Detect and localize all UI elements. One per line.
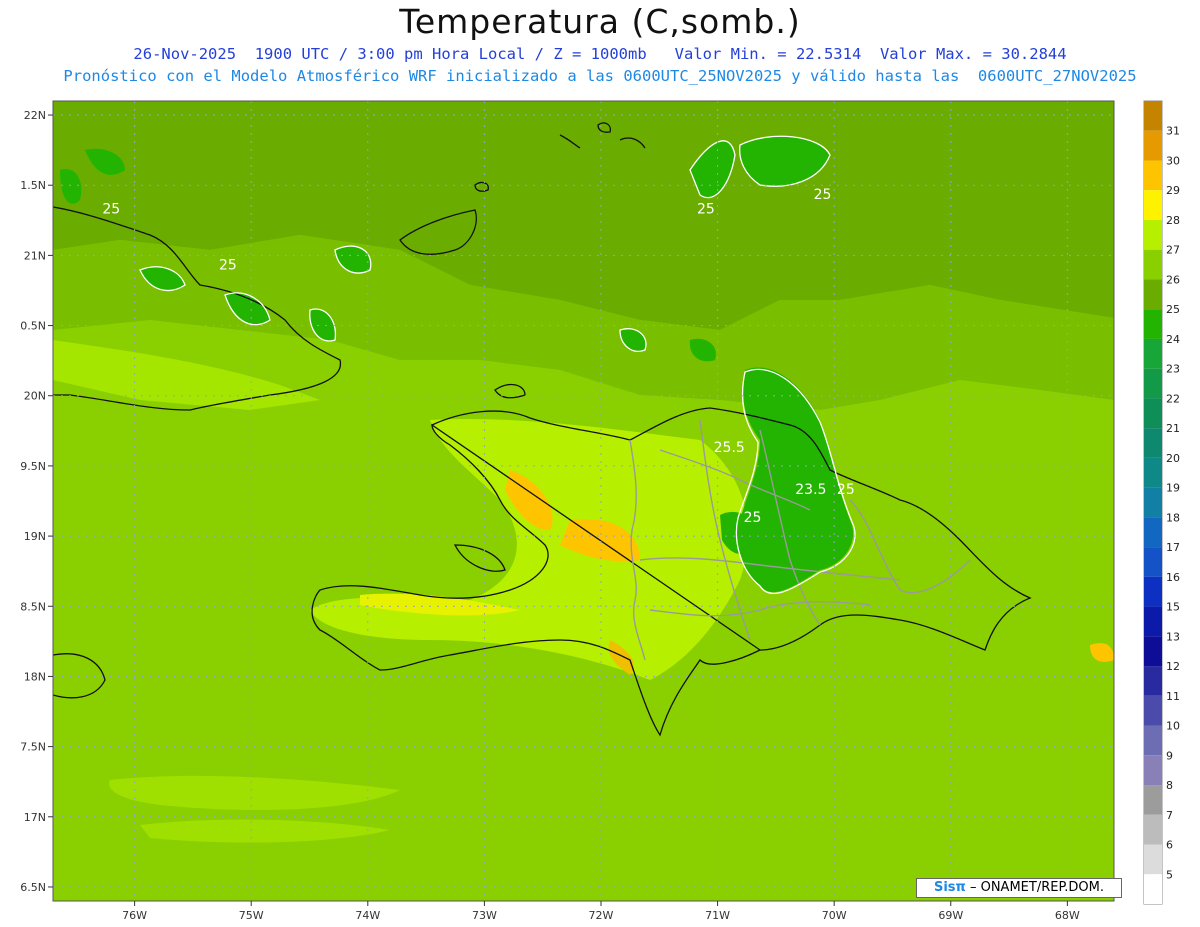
legend-label: 21 [1166, 422, 1180, 435]
lat-tick-label: 19N [24, 530, 46, 543]
latitude-axis: 22N 1.5N 21N 0.5N 20N 9.5N 19N 8.5N 18N 7.5N 17N 6.… [20, 109, 53, 894]
legend-swatch [1144, 874, 1162, 904]
legend-label: 6 [1166, 839, 1173, 852]
contour-label: 25 [744, 510, 762, 526]
legend-swatch [1144, 844, 1162, 875]
lat-tick-label: 1.5N [20, 179, 46, 192]
contour-label: 25 [102, 201, 120, 217]
legend-label: 11 [1166, 690, 1180, 703]
legend-swatch [1144, 130, 1162, 161]
lat-tick-label: 21N [24, 249, 46, 262]
legend-swatch [1144, 249, 1162, 280]
credit-text: – ONAMET/REP.DOM. [969, 880, 1104, 895]
legend-swatch [1144, 219, 1162, 250]
legend-label: 16 [1166, 571, 1180, 584]
legend-swatch [1144, 755, 1162, 786]
lat-tick-label: 6.5N [20, 881, 46, 894]
legend-swatch [1144, 666, 1162, 696]
contour-label: 25.5 [714, 440, 745, 456]
longitude-axis: 76W 75W 74W 73W 72W 71W 70W 69W 68W [122, 901, 1080, 922]
legend-label: 25 [1166, 303, 1180, 316]
legend-label: 9 [1166, 749, 1173, 762]
legend-swatch [1144, 309, 1162, 339]
color-legend: 31 30 29 28 27 26 25 24 23 22 21 20 19 18 17 16 15 13 12 11… [1143, 100, 1180, 905]
legend-label: 10 [1166, 720, 1180, 733]
legend-swatch [1144, 725, 1162, 756]
legend-swatch [1144, 636, 1162, 667]
legend-label: 26 [1166, 273, 1180, 286]
lat-tick-label: 9.5N [20, 460, 46, 473]
legend-swatch [1144, 190, 1162, 220]
credit-brand: Sisπ [933, 880, 966, 895]
legend-label: 17 [1166, 541, 1180, 554]
lon-tick-label: 75W [239, 909, 264, 922]
lat-tick-label: 17N [24, 811, 46, 824]
legend-label: 27 [1166, 244, 1180, 257]
legend-label: 30 [1166, 154, 1180, 167]
legend-label: 12 [1166, 660, 1180, 673]
lon-tick-label: 71W [705, 909, 730, 922]
lat-tick-label: 0.5N [20, 320, 46, 333]
legend-swatch [1144, 428, 1162, 458]
legend-label: 22 [1166, 392, 1180, 405]
lon-tick-label: 74W [355, 909, 380, 922]
contour-label: 23.5 [795, 482, 826, 498]
lon-tick-label: 70W [822, 909, 847, 922]
contour-label: 25 [814, 187, 832, 203]
legend-label: 31 [1166, 125, 1180, 138]
legend-swatch [1144, 576, 1162, 607]
lon-tick-label: 73W [472, 909, 497, 922]
legend-swatch [1144, 785, 1162, 815]
legend-label: 13 [1166, 630, 1180, 643]
legend-swatch [1144, 279, 1162, 310]
legend-swatch [1144, 517, 1162, 548]
legend-label: 23 [1166, 363, 1180, 376]
legend-swatch [1144, 547, 1162, 577]
lat-tick-label: 18N [24, 670, 46, 683]
lat-tick-label: 8.5N [20, 600, 46, 613]
legend-swatch [1144, 398, 1162, 429]
lon-tick-label: 76W [122, 909, 147, 922]
legend-swatch [1144, 695, 1162, 726]
legend-label: 29 [1166, 184, 1180, 197]
credit-box: Sisπ – ONAMET/REP.DOM. [916, 878, 1122, 898]
legend-swatch [1144, 457, 1162, 488]
contour-label: 25 [219, 257, 237, 273]
lat-tick-label: 22N [24, 109, 46, 122]
legend-label: 28 [1166, 214, 1180, 227]
temperature-map: 22N 1.5N 21N 0.5N 20N 9.5N 19N 8.5N 18N 7.5N 17N 6.… [20, 100, 1180, 922]
lon-tick-label: 69W [938, 909, 963, 922]
legend-swatch [1144, 606, 1162, 637]
legend-label: 18 [1166, 511, 1180, 524]
legend-swatch [1144, 160, 1162, 191]
legend-label: 24 [1166, 333, 1180, 346]
legend-label: 7 [1166, 809, 1173, 822]
legend-label: 5 [1166, 868, 1173, 881]
legend-label: 19 [1166, 482, 1180, 495]
lat-tick-label: 7.5N [20, 741, 46, 754]
legend-label: 15 [1166, 601, 1180, 614]
legend-swatch [1144, 101, 1162, 131]
legend-label: 20 [1166, 452, 1180, 465]
legend-swatch [1144, 368, 1162, 399]
contour-label: 25 [697, 201, 715, 217]
legend-label: 8 [1166, 779, 1173, 792]
contour-label: 25 [837, 482, 855, 498]
legend-swatch [1144, 814, 1162, 845]
lat-tick-label: 20N [24, 390, 46, 403]
lon-tick-label: 72W [589, 909, 614, 922]
lon-tick-label: 68W [1055, 909, 1080, 922]
legend-swatch [1144, 487, 1162, 518]
legend-swatch [1144, 338, 1162, 369]
